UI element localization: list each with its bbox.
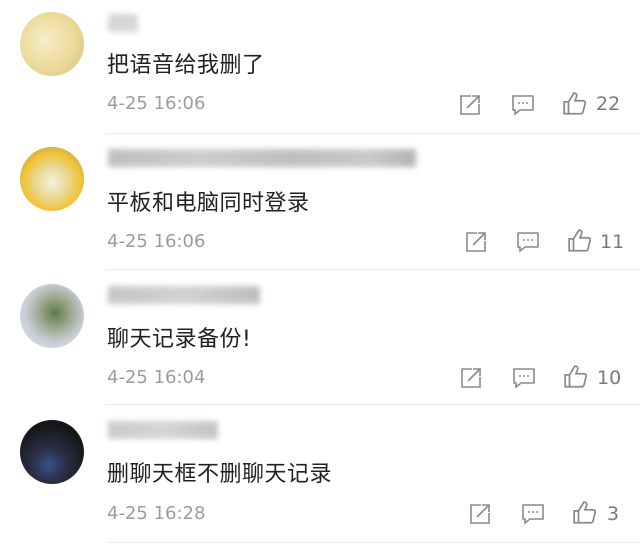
reply-icon[interactable]	[521, 502, 545, 526]
share-icon[interactable]	[468, 502, 492, 526]
avatar[interactable]	[20, 420, 84, 484]
comment-text: 删聊天框不删聊天记录	[107, 462, 333, 487]
divider	[107, 542, 640, 543]
comment-item: 删聊天框不删聊天记录 4-25 16:28 3	[0, 0, 640, 557]
thumbs-up-icon[interactable]	[572, 500, 598, 526]
username[interactable]	[108, 421, 218, 439]
comment-time: 4-25 16:28	[107, 503, 206, 524]
like-count: 3	[607, 503, 620, 525]
